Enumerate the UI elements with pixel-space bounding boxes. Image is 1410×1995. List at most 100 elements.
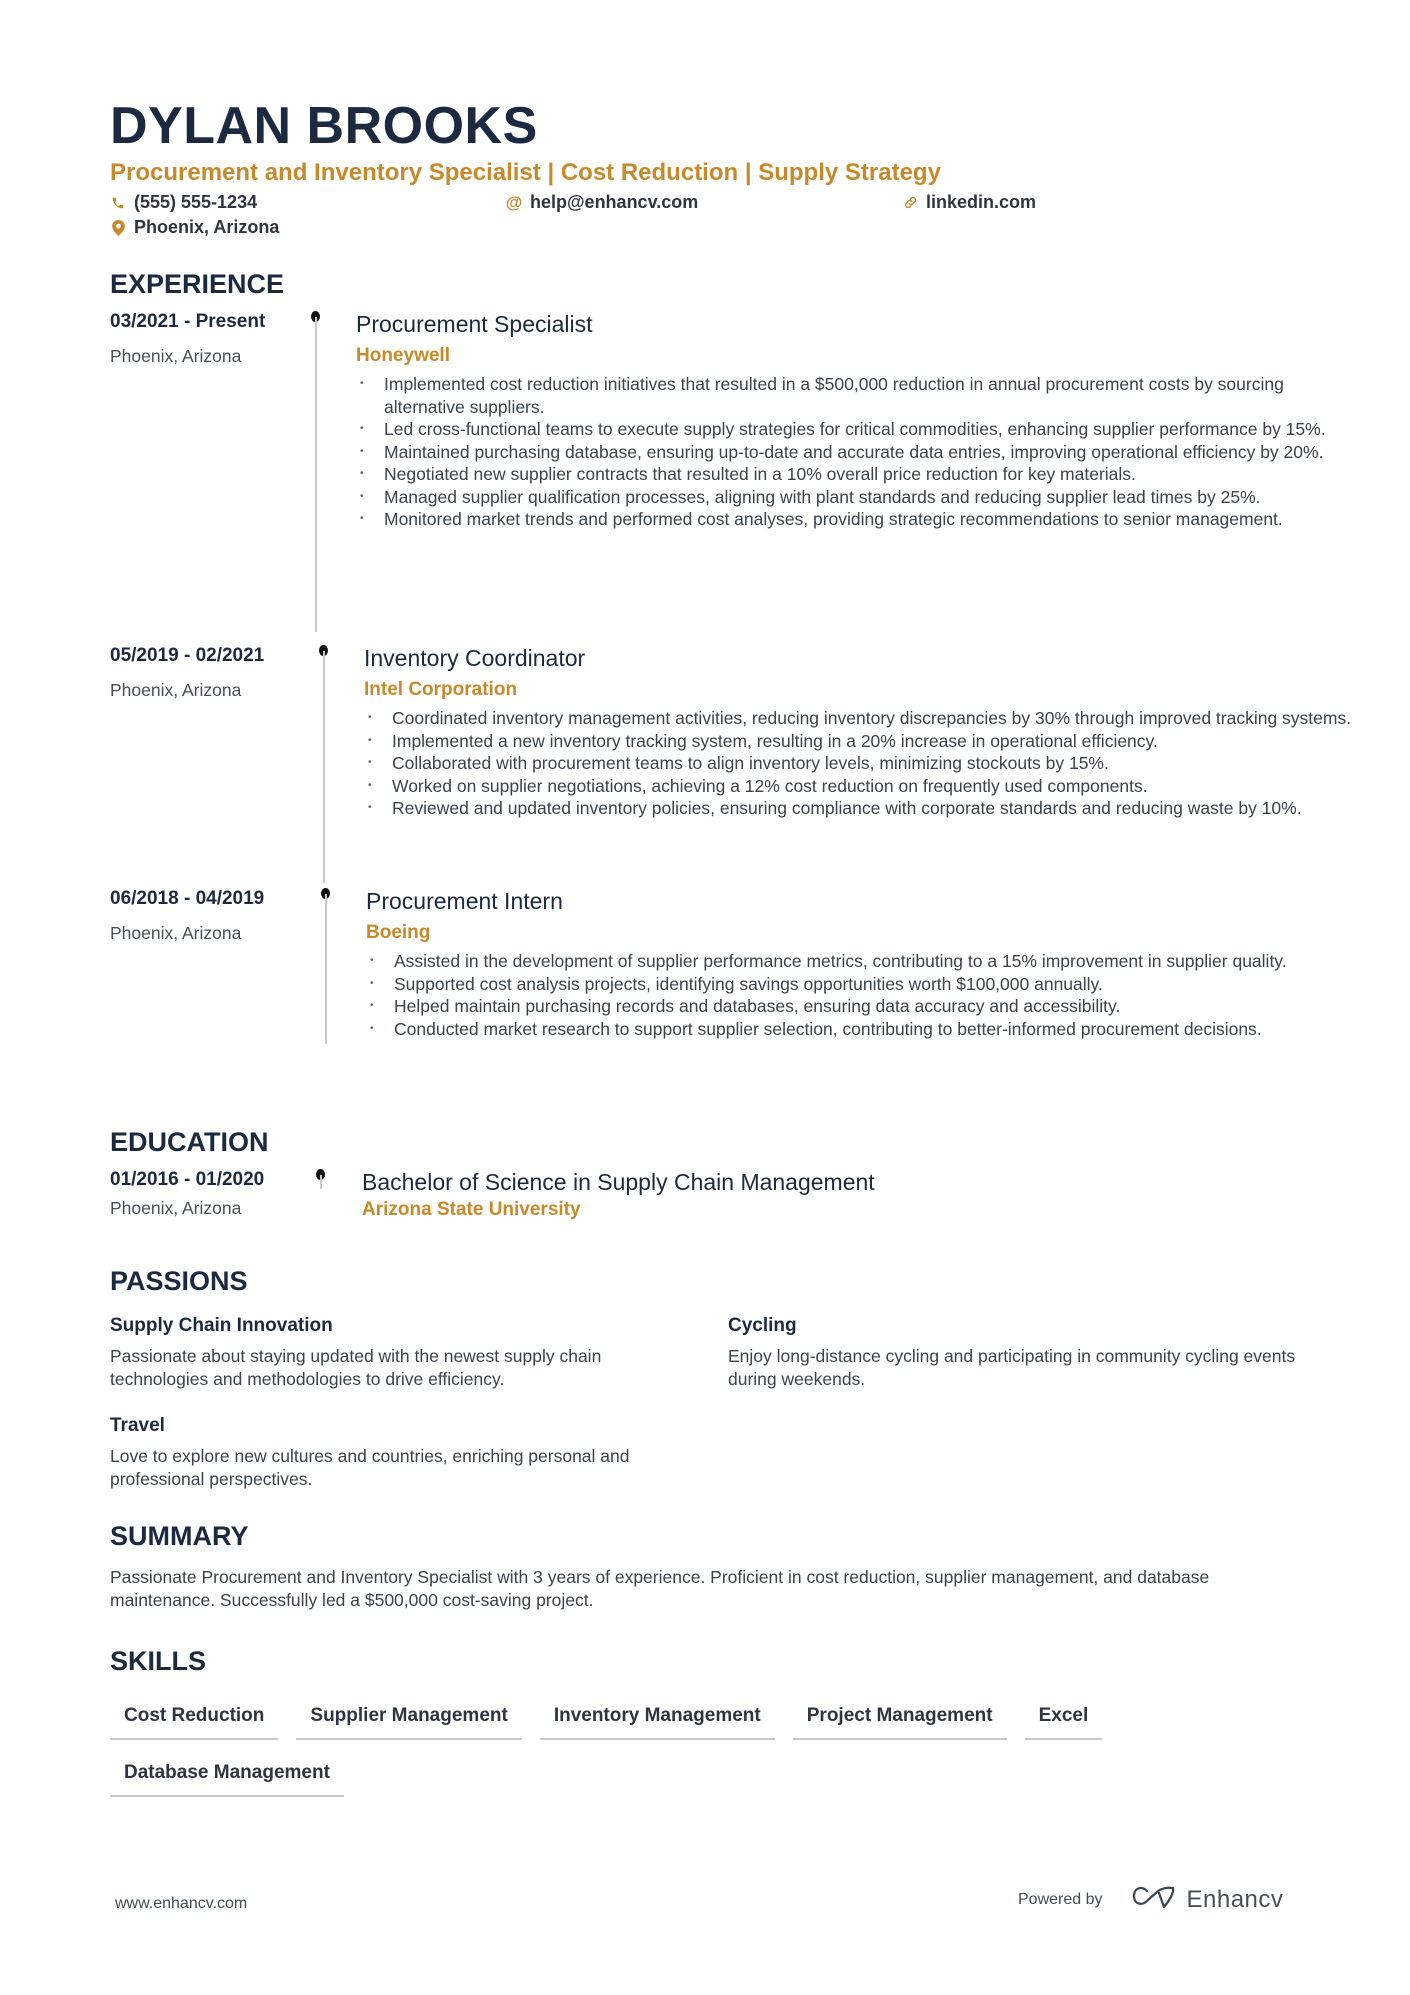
passion-item: Cycling Enjoy long-distance cycling and … bbox=[728, 1313, 1308, 1391]
passion-item: Supply Chain Innovation Passionate about… bbox=[110, 1313, 728, 1391]
job-title: Inventory Coordinator bbox=[364, 645, 586, 671]
bullet-item: Implemented cost reduction initiatives t… bbox=[356, 373, 1356, 418]
company-name: Intel Corporation bbox=[364, 679, 518, 700]
company-name: Honeywell bbox=[356, 345, 450, 366]
experience-body: Inventory Coordinator Intel Corporation … bbox=[364, 643, 1364, 820]
bullet-item: Collaborated with procurement teams to a… bbox=[364, 752, 1364, 775]
map-pin-icon bbox=[110, 219, 126, 236]
skill-tag: Inventory Management bbox=[539, 1703, 775, 1740]
job-title: Procurement Specialist bbox=[356, 311, 593, 337]
experience-meta: 06/2018 - 04/2019 Phoenix, Arizona bbox=[110, 886, 315, 946]
passion-title: Supply Chain Innovation bbox=[110, 1315, 333, 1336]
experience-body: Procurement Intern Boeing Assisted in th… bbox=[366, 886, 1366, 1040]
phone-icon bbox=[110, 195, 126, 211]
contact-phone: (555) 555-1234 bbox=[110, 190, 506, 215]
at-icon: @ bbox=[505, 192, 523, 212]
bullet-item: Managed supplier qualification processes… bbox=[356, 486, 1356, 509]
resume-page: DYLAN BROOKS Procurement and Inventory S… bbox=[110, 96, 1351, 1797]
experience-entry: 03/2021 - Present Phoenix, Arizona Procu… bbox=[110, 309, 1326, 632]
bullet-item: Negotiated new supplier contracts that r… bbox=[356, 463, 1356, 486]
education-date: 01/2016 - 01/2020 bbox=[110, 1169, 265, 1190]
candidate-headline: Procurement and Inventory Specialist | C… bbox=[110, 159, 941, 186]
profile-link[interactable]: linkedin.com bbox=[926, 192, 1036, 213]
experience-meta: 05/2019 - 02/2021 Phoenix, Arizona bbox=[110, 643, 315, 703]
timeline-line bbox=[325, 894, 327, 1044]
passion-description: Enjoy long-distance cycling and particip… bbox=[728, 1346, 1296, 1389]
education-meta: 01/2016 - 01/2020 Phoenix, Arizona bbox=[110, 1167, 315, 1221]
experience-location: Phoenix, Arizona bbox=[110, 923, 242, 943]
education-heading: EDUCATION bbox=[110, 1127, 269, 1157]
experience-entry: 06/2018 - 04/2019 Phoenix, Arizona Procu… bbox=[110, 886, 1310, 1044]
passions-heading: PASSIONS bbox=[110, 1266, 248, 1296]
resume-header: DYLAN BROOKS Procurement and Inventory S… bbox=[110, 96, 1310, 240]
timeline-line bbox=[323, 651, 325, 883]
bullet-item: Supported cost analysis projects, identi… bbox=[366, 973, 1366, 996]
skills-section: SKILLS Cost Reduction Supplier Managemen… bbox=[110, 1645, 1310, 1797]
skill-tag: Cost Reduction bbox=[110, 1703, 279, 1740]
footer-branding: Powered by Enhancv bbox=[1018, 1884, 1283, 1915]
bullet-item: Reviewed and updated inventory policies,… bbox=[364, 797, 1364, 820]
passion-title: Travel bbox=[110, 1415, 165, 1436]
education-section: EDUCATION 01/2016 - 01/2020 Phoenix, Ari… bbox=[110, 1126, 1310, 1220]
bullet-item: Assisted in the development of supplier … bbox=[366, 950, 1366, 973]
skill-tag: Supplier Management bbox=[296, 1703, 522, 1740]
location-text: Phoenix, Arizona bbox=[134, 217, 280, 237]
bullet-item: Worked on supplier negotiations, achievi… bbox=[364, 775, 1364, 798]
skill-tag: Project Management bbox=[792, 1703, 1007, 1740]
email-address[interactable]: help@enhancv.com bbox=[530, 192, 698, 213]
passion-description: Passionate about staying updated with th… bbox=[110, 1346, 602, 1389]
bullet-item: Implemented a new inventory tracking sys… bbox=[364, 730, 1364, 753]
passion-item: Travel Love to explore new cultures and … bbox=[110, 1413, 728, 1491]
summary-text: Passionate Procurement and Inventory Spe… bbox=[110, 1567, 1210, 1610]
experience-entry: 05/2019 - 02/2021 Phoenix, Arizona Inven… bbox=[110, 643, 1351, 883]
experience-section: EXPERIENCE 03/2021 - Present Phoenix, Ar… bbox=[110, 268, 1351, 1044]
timeline-line bbox=[320, 1175, 322, 1189]
skills-list: Cost Reduction Supplier Management Inven… bbox=[110, 1703, 1310, 1797]
passion-description: Love to explore new cultures and countri… bbox=[110, 1446, 630, 1489]
experience-body: Procurement Specialist Honeywell Impleme… bbox=[356, 309, 1356, 531]
company-name: Boeing bbox=[366, 922, 431, 943]
candidate-name: DYLAN BROOKS bbox=[110, 97, 538, 155]
passions-grid: Supply Chain Innovation Passionate about… bbox=[110, 1313, 1310, 1491]
job-bullets: Coordinated inventory management activit… bbox=[364, 707, 1364, 820]
school-name: Arizona State University bbox=[362, 1199, 581, 1220]
experience-location: Phoenix, Arizona bbox=[110, 680, 242, 700]
skill-tag: Excel bbox=[1024, 1703, 1103, 1740]
degree-name: Bachelor of Science in Supply Chain Mana… bbox=[362, 1169, 875, 1195]
bullet-item: Monitored market trends and performed co… bbox=[356, 508, 1356, 531]
bullet-item: Conducted market research to support sup… bbox=[366, 1018, 1366, 1041]
bullet-item: Helped maintain purchasing records and d… bbox=[366, 995, 1366, 1018]
bullet-item: Led cross-functional teams to execute su… bbox=[356, 418, 1356, 441]
passion-title: Cycling bbox=[728, 1315, 797, 1336]
phone-number: (555) 555-1234 bbox=[134, 192, 258, 212]
skill-tag: Database Management bbox=[110, 1760, 344, 1797]
link-icon bbox=[902, 195, 918, 211]
contact-location: Phoenix, Arizona bbox=[110, 215, 506, 240]
contact-email: @ help@enhancv.com bbox=[506, 190, 902, 215]
bullet-item: Coordinated inventory management activit… bbox=[364, 707, 1364, 730]
experience-heading: EXPERIENCE bbox=[110, 269, 285, 299]
job-bullets: Assisted in the development of supplier … bbox=[366, 950, 1366, 1040]
skills-heading: SKILLS bbox=[110, 1646, 207, 1676]
job-title: Procurement Intern bbox=[366, 888, 563, 914]
experience-date: 03/2021 - Present bbox=[110, 311, 266, 332]
summary-section: SUMMARY Passionate Procurement and Inven… bbox=[110, 1520, 1310, 1612]
powered-by-label: Powered by bbox=[1018, 1890, 1103, 1908]
experience-meta: 03/2021 - Present Phoenix, Arizona bbox=[110, 309, 315, 369]
contact-link: linkedin.com bbox=[902, 190, 1202, 215]
contact-info: (555) 555-1234 @ help@enhancv.com linked… bbox=[110, 190, 1310, 240]
bullet-item: Maintained purchasing database, ensuring… bbox=[356, 441, 1356, 464]
timeline-line bbox=[315, 317, 317, 632]
education-entry: 01/2016 - 01/2020 Phoenix, Arizona Bache… bbox=[110, 1167, 1310, 1221]
education-body: Bachelor of Science in Supply Chain Mana… bbox=[362, 1167, 1262, 1223]
footer-website[interactable]: www.enhancv.com bbox=[115, 1895, 247, 1913]
experience-date: 06/2018 - 04/2019 bbox=[110, 888, 265, 909]
summary-heading: SUMMARY bbox=[110, 1521, 249, 1551]
brand-name: Enhancv bbox=[1186, 1885, 1284, 1913]
education-location: Phoenix, Arizona bbox=[110, 1198, 242, 1218]
job-bullets: Implemented cost reduction initiatives t… bbox=[356, 373, 1356, 531]
experience-date: 05/2019 - 02/2021 bbox=[110, 645, 265, 666]
enhancv-logo-icon bbox=[1131, 1884, 1177, 1915]
passions-section: PASSIONS Supply Chain Innovation Passion… bbox=[110, 1265, 1310, 1491]
experience-location: Phoenix, Arizona bbox=[110, 346, 242, 366]
